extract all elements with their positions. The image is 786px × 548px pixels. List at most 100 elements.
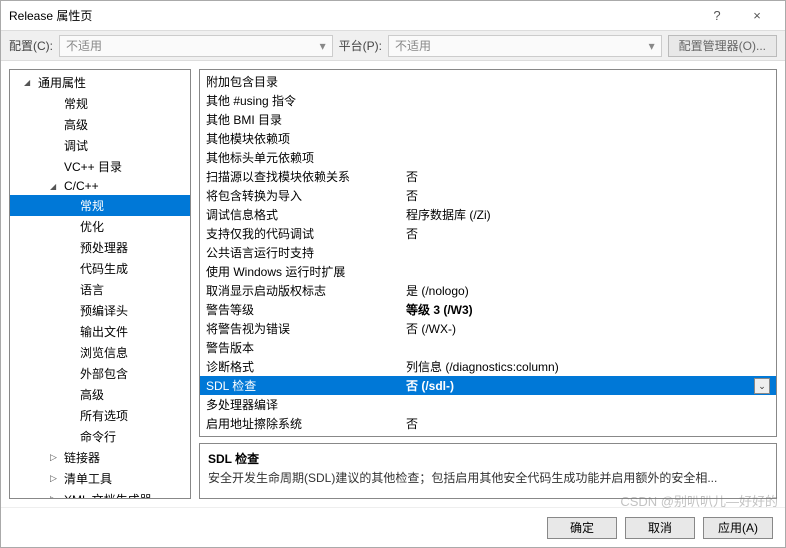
property-row[interactable]: 将包含转换为导入否 <box>200 186 776 205</box>
expand-arrow-icon[interactable] <box>50 473 64 484</box>
property-name: 多处理器编译 <box>206 396 406 413</box>
platform-label: 平台(P): <box>339 37 382 54</box>
expand-arrow-icon[interactable] <box>50 452 64 463</box>
property-row[interactable]: 启用地址擦除系统否 <box>200 414 776 433</box>
title-bar: Release 属性页 ? × <box>1 1 785 31</box>
property-value: 程序数据库 (/Zi) <box>406 206 770 223</box>
tree-label: XML 文档生成器 <box>64 491 152 499</box>
tree-node[interactable]: 预编译头 <box>10 300 190 321</box>
property-name: 诊断格式 <box>206 358 406 375</box>
property-row[interactable]: 其他模块依赖项 <box>200 129 776 148</box>
tree-node[interactable]: 高级 <box>10 384 190 405</box>
tree-node[interactable]: 外部包含 <box>10 363 190 384</box>
property-row[interactable]: 诊断格式列信息 (/diagnostics:column) <box>200 357 776 376</box>
property-row[interactable]: 警告版本 <box>200 338 776 357</box>
tree-node[interactable]: 清单工具 <box>10 468 190 489</box>
property-name: 取消显示启动版权标志 <box>206 282 406 299</box>
property-row[interactable]: 调试信息格式程序数据库 (/Zi) <box>200 205 776 224</box>
property-name: 警告等级 <box>206 301 406 318</box>
property-value: 否 (/sdl-) <box>406 377 754 394</box>
property-name: 公共语言运行时支持 <box>206 244 406 261</box>
expand-arrow-icon[interactable] <box>50 494 64 499</box>
tree-label: 常规 <box>64 95 88 112</box>
tree-label: 所有选项 <box>80 407 128 424</box>
property-row[interactable]: 公共语言运行时支持 <box>200 243 776 262</box>
expand-arrow-icon[interactable] <box>24 77 38 88</box>
property-name: 其他 #using 指令 <box>206 92 406 109</box>
config-manager-button[interactable]: 配置管理器(O)... <box>668 35 777 57</box>
close-button[interactable]: × <box>737 8 777 23</box>
property-value: 否 (/WX-) <box>406 320 770 337</box>
property-row[interactable]: 其他 #using 指令 <box>200 91 776 110</box>
tree-label: 高级 <box>80 386 104 403</box>
tree-label: 常规 <box>80 197 104 214</box>
tree-node[interactable]: XML 文档生成器 <box>10 489 190 499</box>
property-row[interactable]: 将警告视为错误否 (/WX-) <box>200 319 776 338</box>
tree-label: VC++ 目录 <box>64 158 122 175</box>
platform-combo[interactable]: 不适用 <box>388 35 662 57</box>
help-button[interactable]: ? <box>697 8 737 23</box>
property-name: SDL 检查 <box>206 377 406 394</box>
tree-label: 调试 <box>64 137 88 154</box>
tree-node[interactable]: 优化 <box>10 216 190 237</box>
tree-node[interactable]: 链接器 <box>10 447 190 468</box>
tree-node[interactable]: 代码生成 <box>10 258 190 279</box>
tree-node[interactable]: 预处理器 <box>10 237 190 258</box>
cancel-button[interactable]: 取消 <box>625 517 695 539</box>
tree-node[interactable]: 所有选项 <box>10 405 190 426</box>
tree-node[interactable]: 调试 <box>10 135 190 156</box>
tree-label: 优化 <box>80 218 104 235</box>
property-value: 是 (/nologo) <box>406 282 770 299</box>
property-name: 附加包含目录 <box>206 73 406 90</box>
config-toolbar: 配置(C): 不适用 平台(P): 不适用 配置管理器(O)... <box>1 31 785 61</box>
dialog-footer: 确定 取消 应用(A) <box>1 507 785 547</box>
tree-label: 代码生成 <box>80 260 128 277</box>
tree-node[interactable]: 命令行 <box>10 426 190 447</box>
dropdown-icon[interactable]: ⌄ <box>754 378 770 394</box>
property-name: 支持仅我的代码调试 <box>206 225 406 242</box>
tree-label: 清单工具 <box>64 470 112 487</box>
property-row[interactable]: 使用 Windows 运行时扩展 <box>200 262 776 281</box>
tree-node[interactable]: 语言 <box>10 279 190 300</box>
tree-label: 预处理器 <box>80 239 128 256</box>
tree-label: 输出文件 <box>80 323 128 340</box>
expand-arrow-icon[interactable] <box>50 181 64 192</box>
tree-node[interactable]: C/C++ <box>10 177 190 195</box>
property-row[interactable]: 扫描源以查找模块依赖关系否 <box>200 167 776 186</box>
desc-title: SDL 检查 <box>208 450 768 467</box>
property-row[interactable]: SDL 检查否 (/sdl-)⌄ <box>200 376 776 395</box>
tree-label: 预编译头 <box>80 302 128 319</box>
property-name: 其他标头单元依赖项 <box>206 149 406 166</box>
property-row[interactable]: 其他标头单元依赖项 <box>200 148 776 167</box>
tree-label: 通用属性 <box>38 74 86 91</box>
tree-node[interactable]: 通用属性 <box>10 72 190 93</box>
config-combo[interactable]: 不适用 <box>59 35 333 57</box>
tree-label: 命令行 <box>80 428 116 445</box>
tree-node[interactable]: 输出文件 <box>10 321 190 342</box>
tree-label: 链接器 <box>64 449 100 466</box>
property-row[interactable]: 附加包含目录 <box>200 72 776 91</box>
property-row[interactable]: 警告等级等级 3 (/W3) <box>200 300 776 319</box>
property-value: 否 <box>406 225 770 242</box>
tree-label: 浏览信息 <box>80 344 128 361</box>
ok-button[interactable]: 确定 <box>547 517 617 539</box>
property-row[interactable]: 其他 BMI 目录 <box>200 110 776 129</box>
tree-node[interactable]: VC++ 目录 <box>10 156 190 177</box>
tree-node[interactable]: 浏览信息 <box>10 342 190 363</box>
property-name: 启用地址擦除系统 <box>206 415 406 432</box>
category-tree[interactable]: 通用属性常规高级调试VC++ 目录C/C++常规优化预处理器代码生成语言预编译头… <box>9 69 191 499</box>
tree-node[interactable]: 高级 <box>10 114 190 135</box>
tree-node[interactable]: 常规 <box>10 93 190 114</box>
property-value: 否 <box>406 415 770 432</box>
property-row[interactable]: 取消显示启动版权标志是 (/nologo) <box>200 281 776 300</box>
tree-label: 外部包含 <box>80 365 128 382</box>
property-row[interactable]: 多处理器编译 <box>200 395 776 414</box>
tree-label: 语言 <box>80 281 104 298</box>
property-row[interactable]: 支持仅我的代码调试否 <box>200 224 776 243</box>
property-grid[interactable]: 附加包含目录其他 #using 指令其他 BMI 目录其他模块依赖项其他标头单元… <box>199 69 777 437</box>
tree-node[interactable]: 常规 <box>10 195 190 216</box>
apply-button[interactable]: 应用(A) <box>703 517 773 539</box>
property-name: 将警告视为错误 <box>206 320 406 337</box>
property-name: 其他模块依赖项 <box>206 130 406 147</box>
property-name: 警告版本 <box>206 339 406 356</box>
